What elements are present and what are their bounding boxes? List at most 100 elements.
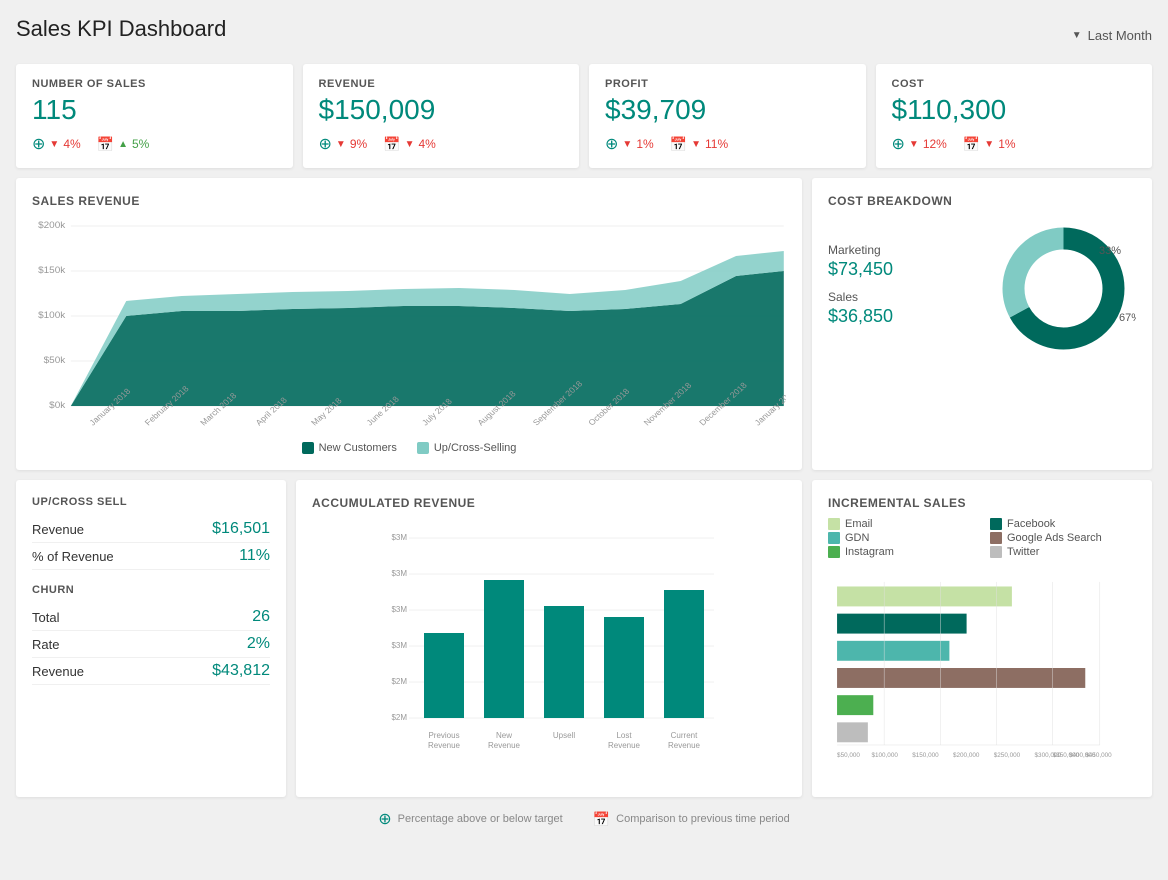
- legend-label-facebook: Facebook: [1007, 518, 1055, 530]
- sales-revenue-svg: $200k $150k $100k $50k $0k January 2018 …: [32, 216, 786, 436]
- bottom-row: UP/CROSS SELL Revenue $16,501 % of Reven…: [16, 480, 1152, 797]
- arrow-down-icon: ▼: [336, 139, 346, 150]
- kpi-period-pct-sales: 5%: [132, 137, 149, 151]
- kpi-metrics-sales: ⊕ ▼ 4% 📅 ▲ 5%: [32, 134, 277, 154]
- svg-text:$100,000: $100,000: [871, 752, 898, 759]
- svg-text:33%: 33%: [1099, 245, 1121, 257]
- arrow-down-icon: ▼: [622, 139, 632, 150]
- svg-text:$3M: $3M: [391, 569, 407, 578]
- kpi-metric-target-cost: ⊕ ▼ 12%: [892, 134, 947, 154]
- svg-text:Revenue: Revenue: [608, 741, 641, 750]
- svg-text:$150,000: $150,000: [912, 752, 939, 759]
- upcross-revenue-label: Revenue: [32, 522, 84, 537]
- cost-breakdown-title: COST BREAKDOWN: [828, 194, 1136, 208]
- legend-label-upcross: Up/Cross-Selling: [434, 442, 517, 454]
- kpi-card-revenue: REVENUE $150,009 ⊕ ▼ 9% 📅 ▼ 4%: [303, 64, 580, 168]
- churn-rate-label: Rate: [32, 637, 59, 652]
- donut-svg: 33% 67%: [991, 216, 1136, 361]
- svg-text:$3M: $3M: [391, 641, 407, 650]
- svg-text:$450,000: $450,000: [1085, 752, 1112, 759]
- legend-dot-upcross: [417, 442, 429, 454]
- cost-breakdown-card: COST BREAKDOWN Marketing $73,450 Sales $…: [812, 178, 1152, 470]
- churn-title: CHURN: [32, 584, 270, 596]
- kpi-target-pct-sales: 4%: [63, 137, 80, 151]
- churn-rate-value: 2%: [247, 635, 270, 653]
- cost-marketing-value: $73,450: [828, 259, 991, 280]
- calendar-icon: 📅: [670, 136, 687, 153]
- svg-text:Revenue: Revenue: [488, 741, 521, 750]
- legend-dot-new-customers: [302, 442, 314, 454]
- target-icon: ⊕: [605, 134, 618, 154]
- legend-dot-instagram: [828, 546, 840, 558]
- incremental-sales-title: INCREMENTAL SALES: [828, 496, 1136, 510]
- kpi-period-pct-revenue: 4%: [419, 137, 436, 151]
- svg-text:$3M: $3M: [391, 605, 407, 614]
- legend-label-twitter: Twitter: [1007, 546, 1039, 558]
- target-icon: ⊕: [32, 134, 45, 154]
- target-icon: ⊕: [319, 134, 332, 154]
- upcross-title: UP/CROSS SELL: [32, 496, 270, 508]
- legend-new-customers: New Customers: [302, 442, 397, 454]
- footer-target-icon: ⊕: [378, 809, 391, 829]
- kpi-metric-target-profit: ⊕ ▼ 1%: [605, 134, 654, 154]
- svg-text:$0k: $0k: [49, 400, 65, 410]
- legend-google-ads: Google Ads Search: [990, 532, 1136, 544]
- churn-total-row: Total 26: [32, 604, 270, 631]
- accumulated-svg: $3M $3M $3M $3M $2M $2M: [312, 518, 786, 778]
- cost-breakdown-content: Marketing $73,450 Sales $36,850 33% 67%: [828, 216, 1136, 364]
- legend-dot-facebook: [990, 518, 1002, 530]
- arrow-up-icon: ▲: [118, 139, 128, 150]
- svg-text:$2M: $2M: [391, 713, 407, 722]
- legend-label-new-customers: New Customers: [319, 442, 397, 454]
- churn-total-value: 26: [252, 608, 270, 626]
- filter-label[interactable]: Last Month: [1088, 28, 1152, 43]
- churn-section: CHURN Total 26 Rate 2% Revenue $43,812: [32, 584, 270, 685]
- sales-revenue-card: SALES REVENUE $200k $150k $100k $50k $0k: [16, 178, 802, 470]
- kpi-metric-target-sales: ⊕ ▼ 4%: [32, 134, 81, 154]
- legend-label-gdn: GDN: [845, 532, 869, 544]
- incremental-sales-chart: $50,000 $100,000 $150,000 $200,000 $250,…: [828, 568, 1136, 771]
- legend-label-email: Email: [845, 518, 873, 530]
- svg-text:Revenue: Revenue: [668, 741, 701, 750]
- kpi-metric-period-profit: 📅 ▼ 11%: [670, 134, 728, 154]
- svg-text:Current: Current: [671, 731, 698, 740]
- cost-marketing-label: Marketing: [828, 243, 991, 257]
- calendar-icon: 📅: [963, 136, 980, 153]
- kpi-value-profit: $39,709: [605, 94, 850, 126]
- arrow-down-icon-2: ▼: [691, 139, 701, 150]
- accumulated-revenue-title: ACCUMULATED REVENUE: [312, 496, 786, 510]
- kpi-metric-period-cost: 📅 ▼ 1%: [963, 134, 1016, 154]
- legend-dot-gdn: [828, 532, 840, 544]
- incremental-svg: $50,000 $100,000 $150,000 $200,000 $250,…: [828, 568, 1136, 768]
- upcross-revenue-row: Revenue $16,501: [32, 516, 270, 543]
- upcross-pct-row: % of Revenue 11%: [32, 543, 270, 570]
- arrow-down-icon-2: ▼: [984, 139, 994, 150]
- legend-dot-google-ads: [990, 532, 1002, 544]
- legend-label-instagram: Instagram: [845, 546, 894, 558]
- svg-text:$3M: $3M: [391, 533, 407, 542]
- legend-twitter: Twitter: [990, 546, 1136, 558]
- kpi-metric-period-revenue: 📅 ▼ 4%: [383, 134, 436, 154]
- kpi-metric-period-sales: 📅 ▲ 5%: [97, 134, 150, 154]
- churn-total-label: Total: [32, 610, 59, 625]
- kpi-value-revenue: $150,009: [319, 94, 564, 126]
- kpi-label-cost: COST: [892, 78, 1137, 90]
- svg-text:New: New: [496, 731, 512, 740]
- kpi-value-cost: $110,300: [892, 94, 1137, 126]
- incremental-sales-legend: Email Facebook GDN Google Ads Search Ins…: [828, 518, 1136, 558]
- cost-breakdown-labels: Marketing $73,450 Sales $36,850: [828, 243, 991, 337]
- svg-text:$150k: $150k: [38, 265, 65, 275]
- kpi-card-profit: PROFIT $39,709 ⊕ ▼ 1% 📅 ▼ 11%: [589, 64, 866, 168]
- svg-text:Upsell: Upsell: [553, 731, 575, 740]
- svg-text:$50,000: $50,000: [837, 752, 860, 759]
- footer: ⊕ Percentage above or below target 📅 Com…: [16, 809, 1152, 829]
- upcross-revenue-value: $16,501: [212, 520, 270, 538]
- cost-sales-label: Sales: [828, 290, 991, 304]
- filter-triangle-icon: ▼: [1072, 30, 1082, 41]
- arrow-down-icon-2: ▼: [405, 139, 415, 150]
- svg-text:$2M: $2M: [391, 677, 407, 686]
- footer-target-text: Percentage above or below target: [398, 813, 563, 825]
- legend-email: Email: [828, 518, 974, 530]
- upcross-pct-value: 11%: [239, 547, 270, 565]
- legend-dot-twitter: [990, 546, 1002, 558]
